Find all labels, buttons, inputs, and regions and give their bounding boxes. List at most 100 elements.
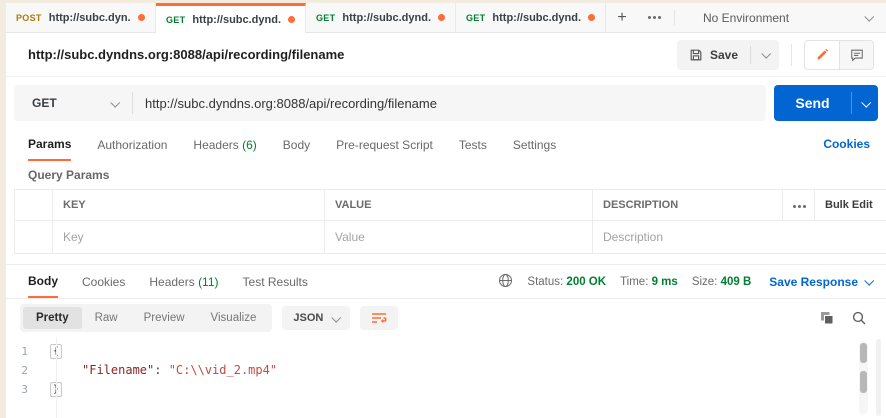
response-tab-headers[interactable]: Headers (11) bbox=[149, 266, 218, 297]
new-tab-button[interactable]: + bbox=[606, 3, 638, 32]
tab-pre-request-script[interactable]: Pre-request Script bbox=[336, 129, 433, 160]
chevron-down-icon bbox=[760, 48, 771, 59]
response-tab-body[interactable]: Body bbox=[28, 265, 58, 298]
chevron-down-icon bbox=[864, 11, 875, 22]
comments-button[interactable] bbox=[839, 40, 873, 69]
url-input[interactable]: http://subc.dyndns.org:8088/api/recordin… bbox=[133, 96, 766, 111]
cookies-link[interactable]: Cookies bbox=[823, 137, 870, 151]
row-handle-cell bbox=[14, 220, 53, 254]
time-item: Time: 9 ms bbox=[620, 276, 678, 288]
save-button[interactable]: Save bbox=[676, 39, 779, 70]
line-number: 1 bbox=[21, 345, 28, 358]
send-button-label: Send bbox=[795, 95, 830, 111]
status-label: Status: bbox=[527, 275, 564, 288]
request-tab-1[interactable]: POST http://subc.dyn... bbox=[6, 3, 156, 32]
size-value: 409 B bbox=[720, 275, 752, 288]
comment-icon bbox=[850, 49, 863, 61]
request-header-row: http://subc.dyndns.org:8088/api/recordin… bbox=[6, 33, 886, 77]
more-options-icon bbox=[793, 205, 806, 208]
row-handle-column bbox=[14, 189, 53, 221]
headers-count: (6) bbox=[242, 137, 257, 152]
tab-authorization[interactable]: Authorization bbox=[97, 129, 167, 160]
editor-scrollbar-track bbox=[859, 341, 868, 414]
unsaved-dot-icon bbox=[588, 14, 595, 21]
response-tab-cookies[interactable]: Cookies bbox=[82, 266, 125, 297]
main-panel: POST http://subc.dyn... GET http://subc.… bbox=[6, 3, 886, 418]
json-key: "Filename" bbox=[82, 363, 155, 377]
size-label: Size: bbox=[691, 275, 718, 288]
search-button[interactable] bbox=[852, 311, 866, 325]
param-value-input[interactable] bbox=[325, 221, 592, 253]
view-preview[interactable]: Preview bbox=[131, 307, 198, 329]
tab-method-label: GET bbox=[316, 12, 336, 23]
tab-body[interactable]: Body bbox=[283, 129, 310, 160]
tab-headers[interactable]: Headers (6) bbox=[193, 129, 256, 160]
tab-params[interactable]: Params bbox=[28, 128, 72, 161]
url-box: GET http://subc.dyndns.org:8088/api/reco… bbox=[14, 85, 766, 121]
table-row bbox=[14, 220, 886, 254]
copy-button[interactable] bbox=[820, 311, 834, 325]
window-edge-top bbox=[0, 0, 886, 3]
tab-title: http://subc.dynd... bbox=[342, 11, 431, 24]
code-line-2: 2 "Filename": "C:\\vid_2.mp4" bbox=[6, 361, 886, 380]
response-toolbar-icons bbox=[820, 311, 872, 325]
param-description-input[interactable] bbox=[593, 221, 886, 253]
request-tab-4[interactable]: GET http://subc.dynd... bbox=[456, 3, 606, 32]
request-tab-2-active[interactable]: GET http://subc.dynd... bbox=[156, 3, 306, 33]
code-line-3: 3 } bbox=[6, 380, 886, 399]
param-key-input[interactable] bbox=[53, 221, 324, 253]
view-raw[interactable]: Raw bbox=[82, 307, 131, 329]
scrollbar-thumb[interactable] bbox=[860, 343, 867, 363]
method-selector[interactable]: GET bbox=[14, 96, 132, 110]
response-view-bar: Pretty Raw Preview Visualize JSON bbox=[6, 299, 886, 337]
globe-icon bbox=[499, 273, 513, 287]
format-selector[interactable]: JSON bbox=[282, 306, 351, 330]
json-colon: : bbox=[154, 363, 169, 377]
edit-request-button[interactable] bbox=[805, 40, 839, 69]
scrollbar-thumb[interactable] bbox=[860, 371, 867, 393]
chevron-down-icon bbox=[864, 275, 875, 286]
save-options-button[interactable] bbox=[751, 48, 779, 59]
params-more-button[interactable] bbox=[782, 189, 815, 221]
json-string-value: "C:\\vid_2.mp4" bbox=[168, 363, 278, 377]
tab-title: http://subc.dynd... bbox=[492, 11, 581, 24]
wrap-lines-button[interactable] bbox=[360, 306, 399, 330]
tab-title: http://subc.dynd... bbox=[192, 13, 281, 26]
send-options-button[interactable] bbox=[852, 85, 878, 121]
unsaved-dot-icon bbox=[438, 14, 445, 21]
page-scrollbar-track[interactable] bbox=[876, 339, 881, 416]
save-response-button[interactable]: Save Response bbox=[765, 274, 875, 289]
unsaved-dot-icon bbox=[138, 14, 145, 21]
chevron-down-icon bbox=[860, 97, 871, 108]
postman-window: POST http://subc.dyn... GET http://subc.… bbox=[0, 0, 886, 418]
tab-options-button[interactable] bbox=[638, 3, 670, 32]
response-tab-test-results[interactable]: Test Results bbox=[243, 266, 308, 297]
format-label: JSON bbox=[293, 312, 324, 324]
fold-toggle-icon[interactable]: } bbox=[50, 382, 63, 397]
save-button-label: Save bbox=[709, 47, 738, 62]
network-globe-button[interactable] bbox=[498, 273, 513, 291]
response-tabs-row: Body Cookies Headers (11) Test Results S… bbox=[6, 265, 886, 299]
column-header-description: DESCRIPTION bbox=[592, 189, 783, 221]
save-response-label: Save Response bbox=[769, 274, 858, 289]
response-body-editor[interactable]: 1 { 2 "Filename": "C:\\vid_2.mp4" 3 } bbox=[6, 337, 886, 418]
tab-method-label: GET bbox=[166, 14, 186, 25]
view-visualize[interactable]: Visualize bbox=[198, 307, 270, 329]
column-header-key: KEY bbox=[52, 189, 325, 221]
wrap-text-icon bbox=[372, 313, 387, 323]
send-button[interactable]: Send bbox=[774, 85, 878, 121]
code-line-1: 1 { bbox=[6, 342, 886, 361]
request-tab-3[interactable]: GET http://subc.dynd... bbox=[306, 3, 456, 32]
tab-headers-label: Headers bbox=[193, 137, 239, 152]
pencil-icon bbox=[817, 48, 828, 60]
fold-toggle-icon[interactable]: { bbox=[50, 344, 63, 359]
tab-settings[interactable]: Settings bbox=[513, 129, 556, 160]
line-number: 2 bbox=[21, 364, 28, 377]
time-label: Time: bbox=[620, 275, 649, 288]
view-pretty[interactable]: Pretty bbox=[23, 307, 82, 329]
environment-selector[interactable]: No Environment bbox=[679, 3, 886, 32]
window-edge-left bbox=[0, 0, 6, 418]
bulk-edit-button[interactable]: Bulk Edit bbox=[814, 189, 886, 221]
time-value: 9 ms bbox=[651, 275, 678, 288]
tab-tests[interactable]: Tests bbox=[459, 129, 487, 160]
